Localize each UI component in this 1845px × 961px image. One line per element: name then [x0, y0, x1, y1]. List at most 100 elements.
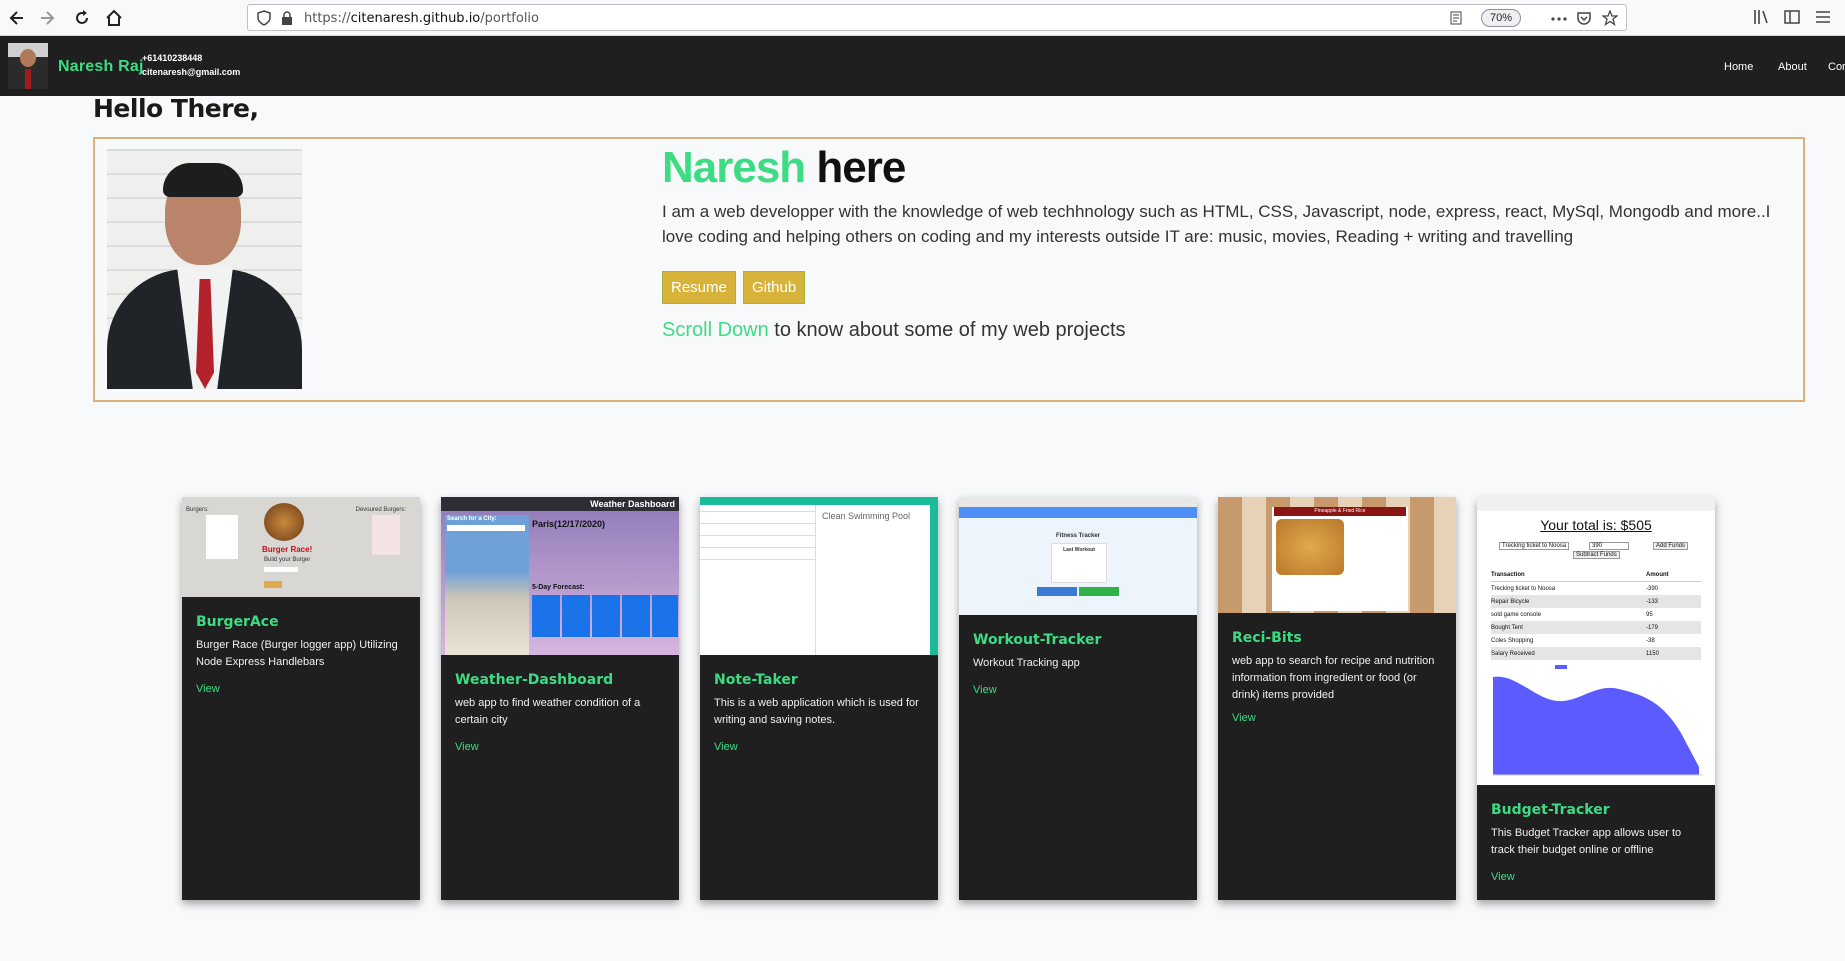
- project-view-link[interactable]: View: [196, 683, 220, 695]
- project-view-link[interactable]: View: [714, 741, 738, 753]
- project-title: Note-Taker: [714, 672, 798, 688]
- reload-icon[interactable]: [70, 6, 94, 30]
- thumb-city: Paris(12/17/2020): [532, 519, 606, 529]
- project-description: web app to search for recipe and nutriti…: [1232, 655, 1435, 701]
- url-path: /portfolio: [480, 11, 540, 26]
- thumb-row-amount: -38: [1646, 637, 1655, 644]
- pocket-icon[interactable]: [1576, 10, 1594, 28]
- project-title: BurgerAce: [196, 614, 279, 630]
- project-description: This Budget Tracker app allows user to t…: [1491, 827, 1682, 856]
- back-icon[interactable]: [4, 6, 28, 30]
- url-scheme: https://: [304, 11, 351, 26]
- brand-name[interactable]: Naresh Raj: [58, 58, 144, 76]
- reader-view-icon[interactable]: [1448, 10, 1466, 28]
- intro-description: I am a web developper with the knowledge…: [662, 202, 1771, 246]
- thumb-row-name: sold game console: [1491, 611, 1542, 618]
- forward-icon[interactable]: [36, 6, 60, 30]
- library-icon[interactable]: [1752, 8, 1770, 26]
- project-title: Reci-Bits: [1232, 630, 1302, 646]
- project-view-link[interactable]: View: [973, 684, 997, 696]
- thumb-transactions-table: Transaction Amount Trecking ticket to Noo…: [1491, 569, 1701, 660]
- thumb-budget-area-chart: [1493, 665, 1703, 776]
- intro-title-rest: here: [805, 143, 906, 192]
- project-view-link[interactable]: View: [1232, 712, 1256, 724]
- url-bar[interactable]: https://citenaresh.github.io/portfolio 7…: [247, 4, 1627, 31]
- thumb-search-label: Search for a City:: [447, 516, 497, 522]
- thumb-input-name: Trecking ticket to Noosa: [1499, 542, 1570, 550]
- thumb-row-amount: -133: [1646, 598, 1659, 605]
- project-title: Workout-Tracker: [973, 632, 1102, 648]
- project-description: This is a web application which is used …: [714, 697, 919, 726]
- browser-toolbar: https://citenaresh.github.io/portfolio 7…: [0, 0, 1845, 36]
- contact-info: +61410238448 citenaresh@gmail.com: [142, 51, 240, 79]
- intro-first-name: Naresh: [662, 143, 806, 192]
- url-text[interactable]: https://citenaresh.github.io/portfolio: [304, 11, 539, 26]
- resume-button[interactable]: Resume: [662, 271, 736, 304]
- thumb-weather-header: Weather Dashboard: [441, 497, 679, 511]
- project-thumbnail: Clean Swimming Pool: [700, 497, 938, 655]
- project-card-note-taker: Clean Swimming Pool Note-Taker This is a…: [700, 497, 938, 900]
- thumb-budget-total: Your total is: $505: [1540, 517, 1652, 533]
- thumb-row-name: Trecking ticket to Noosa: [1491, 585, 1556, 592]
- project-title: Budget-Tracker: [1491, 802, 1610, 818]
- thumb-row-amount: 95: [1646, 611, 1653, 618]
- intro-title: Naresh here: [662, 143, 906, 193]
- shield-icon[interactable]: [256, 10, 274, 28]
- scroll-prompt-text: to know about some of my web projects: [768, 319, 1126, 341]
- greeting-heading: Hello There,: [93, 94, 259, 123]
- avatar: [8, 43, 48, 89]
- lock-icon[interactable]: [280, 10, 298, 28]
- project-card-budget-tracker: Your total is: $505 Trecking ticket to N…: [1477, 497, 1715, 900]
- project-view-link[interactable]: View: [1491, 871, 1515, 883]
- project-description: Burger Race (Burger logger app) Utilizin…: [196, 639, 398, 668]
- profile-photo: [107, 149, 302, 389]
- zoom-level[interactable]: 70%: [1481, 9, 1521, 27]
- nav-link-contact[interactable]: Cor: [1828, 61, 1845, 73]
- thumb-note-title: Clean Swimming Pool: [822, 511, 911, 521]
- thumb-col-amount: Amount: [1646, 572, 1669, 578]
- project-card-burgerace: Burgers: Devoured Burgers: Burger Race! …: [182, 497, 420, 900]
- menu-icon[interactable]: [1814, 8, 1832, 26]
- project-description: Workout Tracking app: [973, 657, 1080, 669]
- thumb-add-funds: Add Funds: [1653, 542, 1689, 550]
- project-card-weather-dashboard: Weather Dashboard Search for a City: Par…: [441, 497, 679, 900]
- project-card-reci-bits: Pineapple & Fried Rice Reci-Bits web app…: [1218, 497, 1456, 900]
- thumb-subtract-funds: Subtract Funds: [1573, 551, 1620, 559]
- thumb-app-title: Fitness Tracker: [1055, 533, 1101, 539]
- thumb-row-name: Coles Shopping: [1491, 637, 1534, 644]
- thumb-panel-title: Last Workout: [1063, 547, 1095, 553]
- sidebar-icon[interactable]: [1783, 8, 1801, 26]
- nav-link-home[interactable]: Home: [1724, 61, 1753, 73]
- nav-link-about[interactable]: About: [1778, 61, 1807, 73]
- thumb-row-name: Salary Received: [1491, 650, 1535, 657]
- home-icon[interactable]: [102, 6, 126, 30]
- project-description: web app to find weather condition of a c…: [455, 697, 641, 726]
- intro-section: Naresh here I am a web developper with t…: [93, 137, 1805, 402]
- phone-number: +61410238448: [142, 53, 203, 63]
- project-thumbnail: Burgers: Devoured Burgers: Burger Race! …: [182, 497, 420, 597]
- bookmark-star-icon[interactable]: [1601, 9, 1620, 28]
- thumb-devoured-label: Devoured Burgers:: [355, 507, 406, 513]
- thumb-row-amount: -390: [1646, 585, 1659, 592]
- github-button[interactable]: Github: [743, 271, 806, 304]
- project-thumbnail: Fitness Tracker Last Workout: [959, 497, 1197, 615]
- thumb-row-name: Bought Tent: [1491, 624, 1523, 631]
- thumb-popup-title: Pineapple & Fried Rice: [1274, 507, 1406, 516]
- project-thumbnail: Your total is: $505 Trecking ticket to N…: [1477, 497, 1715, 785]
- url-domain: citenaresh.github.io: [350, 11, 481, 26]
- project-thumbnail: Pineapple & Fried Rice: [1218, 497, 1456, 613]
- thumb-row-name: Repair Bicycle: [1491, 598, 1530, 605]
- thumb-burger-subtitle: Build your Burger: [264, 557, 311, 563]
- thumb-row-amount: 1150: [1646, 650, 1659, 657]
- thumb-burger-banner: Burger Race!: [262, 545, 313, 554]
- email-address: citenaresh@gmail.com: [142, 67, 241, 77]
- thumb-forecast-label: 5-Day Forecast:: [532, 584, 585, 591]
- thumb-row-amount: -179: [1646, 624, 1659, 631]
- project-thumbnail: Weather Dashboard Search for a City: Par…: [441, 497, 679, 655]
- project-title: Weather-Dashboard: [455, 672, 614, 688]
- project-view-link[interactable]: View: [455, 741, 479, 753]
- scroll-down-link[interactable]: Scroll Down: [662, 319, 769, 341]
- thumb-burgers-label: Burgers:: [186, 507, 209, 513]
- thumb-input-amount: 390: [1589, 542, 1629, 550]
- more-icon[interactable]: [1550, 10, 1568, 28]
